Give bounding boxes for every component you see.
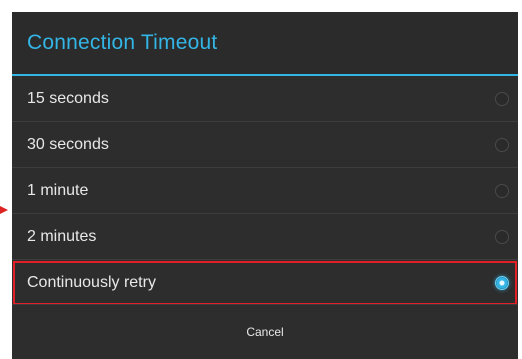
option-label: 15 seconds xyxy=(27,89,109,107)
dialog-title: Connection Timeout xyxy=(27,31,218,54)
radio-button-selected-icon[interactable] xyxy=(495,275,509,290)
timeout-options-list: 15 seconds 30 seconds 1 minute 2 minutes… xyxy=(12,76,518,306)
screen: Connection Timeout 15 seconds 30 seconds… xyxy=(0,0,522,359)
connection-timeout-dialog: Connection Timeout 15 seconds 30 seconds… xyxy=(12,12,518,359)
radio-button-icon[interactable] xyxy=(495,229,509,244)
option-label: 30 seconds xyxy=(27,135,109,153)
option-label: Continuously retry xyxy=(27,273,156,291)
dialog-header: Connection Timeout xyxy=(12,12,518,76)
dialog-footer: Cancel xyxy=(12,304,518,359)
option-15-seconds[interactable]: 15 seconds xyxy=(12,76,518,122)
option-continuously-retry[interactable]: Continuously retry xyxy=(12,260,518,306)
option-label: 1 minute xyxy=(27,181,89,199)
radio-button-icon[interactable] xyxy=(495,137,509,152)
option-label: 2 minutes xyxy=(27,227,97,245)
radio-button-icon[interactable] xyxy=(495,183,509,198)
cancel-button[interactable]: Cancel xyxy=(240,324,289,340)
option-1-minute[interactable]: 1 minute xyxy=(12,168,518,214)
annotation-arrow-icon xyxy=(0,206,8,214)
option-30-seconds[interactable]: 30 seconds xyxy=(12,122,518,168)
radio-button-icon[interactable] xyxy=(495,91,509,106)
option-2-minutes[interactable]: 2 minutes xyxy=(12,214,518,260)
